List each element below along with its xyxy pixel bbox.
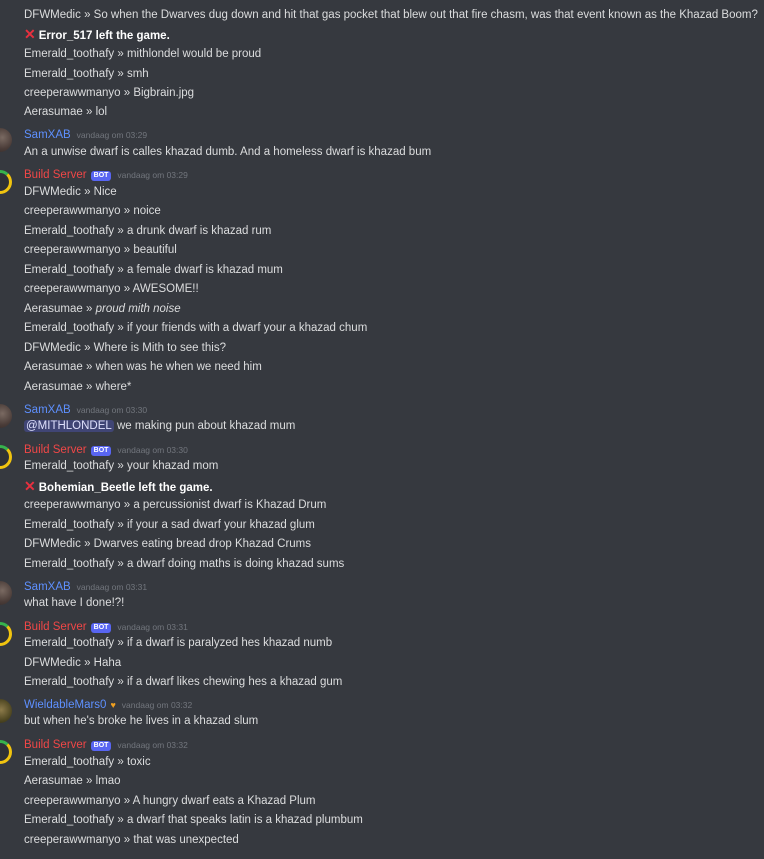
message: Aerasumae » lol: [24, 106, 108, 118]
message-header: Build Server BOT vandaag om 03:30: [24, 442, 188, 458]
message: An a unwise dwarf is calles khazad dumb.…: [24, 146, 432, 158]
message: Aerasumae » proud mith noise: [24, 303, 181, 315]
timestamp: vandaag om 03:31: [76, 582, 148, 592]
message: creeperawwmanyo » A hungry dwarf eats a …: [24, 795, 316, 807]
message-header: SamXAB vandaag om 03:29: [24, 127, 147, 143]
user-mention[interactable]: @MITHLONDEL: [24, 420, 114, 432]
avatar[interactable]: [0, 740, 12, 764]
message: DFWMedic » Dwarves eating bread drop Kha…: [24, 538, 312, 550]
message: Emerald_toothafy » smh: [24, 68, 149, 80]
chat-messages: DFWMedic » So when the Dwarves dug down …: [0, 0, 764, 859]
message: Emerald_toothafy » if your a sad dwarf y…: [24, 519, 315, 531]
message: Aerasumae » lmao: [24, 775, 121, 787]
message: what have I done!?!: [24, 597, 125, 609]
message: creeperawwmanyo » beautiful: [24, 244, 177, 256]
x-mark-icon: ✕: [24, 26, 36, 42]
message: Emerald_toothafy » your khazad mom: [24, 460, 219, 472]
timestamp: vandaag om 03:29: [117, 170, 188, 180]
message: @MITHLONDEL we making pun about khazad m…: [24, 420, 296, 432]
message-header: Build Server BOT vandaag om 03:29: [24, 167, 188, 183]
leave-message: ✕ Error_517 left the game.: [24, 26, 170, 42]
message: Aerasumae » when was he when we need him: [24, 361, 262, 373]
message: but when he's broke he lives in a khazad…: [24, 715, 259, 727]
message: creeperawwmanyo » a percussionist dwarf …: [24, 499, 327, 511]
message-header: SamXAB vandaag om 03:31: [24, 579, 147, 595]
avatar[interactable]: [0, 404, 12, 428]
timestamp: vandaag om 03:31: [117, 622, 188, 632]
username[interactable]: Build Server: [24, 739, 87, 751]
message-header: WieldableMars0 ♥ vandaag om 03:32: [24, 697, 192, 713]
message: Emerald_toothafy » if a dwarf is paralyz…: [24, 637, 333, 649]
username[interactable]: SamXAB: [24, 129, 71, 141]
message: Emerald_toothafy » if a dwarf likes chew…: [24, 676, 343, 688]
message: DFWMedic » Haha: [24, 657, 122, 669]
username[interactable]: SamXAB: [24, 581, 71, 593]
avatar[interactable]: [0, 622, 12, 646]
message-header: Build Server BOT vandaag om 03:31: [24, 619, 188, 635]
message: DFWMedic » Nice: [24, 186, 117, 198]
username[interactable]: SamXAB: [24, 404, 71, 416]
message: Emerald_toothafy » a dwarf that speaks l…: [24, 814, 363, 826]
avatar[interactable]: [0, 445, 12, 469]
timestamp: vandaag om 03:30: [76, 405, 148, 415]
username[interactable]: WieldableMars0: [24, 699, 106, 711]
message: creeperawwmanyo » Bigbrain.jpg: [24, 87, 195, 99]
timestamp: vandaag om 03:30: [117, 445, 188, 455]
timestamp: vandaag om 03:32: [117, 740, 188, 750]
message-header: SamXAB vandaag om 03:30: [24, 402, 147, 418]
message: DFWMedic » So when the Dwarves dug down …: [24, 9, 758, 21]
message: Emerald_toothafy » a drunk dwarf is khaz…: [24, 225, 272, 237]
message: Aerasumae » where*: [24, 381, 132, 393]
leave-message: ✕ Bohemian_Beetle left the game.: [24, 478, 213, 494]
avatar[interactable]: [0, 170, 12, 194]
x-mark-icon: ✕: [24, 478, 36, 494]
message: Emerald_toothafy » if your friends with …: [24, 322, 368, 334]
message: Emerald_toothafy » toxic: [24, 756, 151, 768]
message: creeperawwmanyo » noice: [24, 205, 161, 217]
bot-badge: BOT: [90, 741, 112, 751]
avatar[interactable]: [0, 581, 12, 605]
bot-badge: BOT: [90, 623, 112, 633]
timestamp: vandaag om 03:29: [76, 130, 148, 140]
username[interactable]: Build Server: [24, 169, 87, 181]
message: Emerald_toothafy » a dwarf doing maths i…: [24, 558, 345, 570]
username[interactable]: Build Server: [24, 444, 87, 456]
message: Emerald_toothafy » mithlondel would be p…: [24, 48, 262, 60]
avatar[interactable]: [0, 699, 12, 723]
message-header: Build Server BOT vandaag om 03:32: [24, 737, 188, 753]
bot-badge: BOT: [90, 446, 112, 456]
message: creeperawwmanyo » AWESOME!!: [24, 283, 199, 295]
avatar[interactable]: [0, 128, 12, 152]
message: DFWMedic » Where is Mith to see this?: [24, 342, 226, 354]
timestamp: vandaag om 03:32: [121, 700, 193, 710]
message: creeperawwmanyo » that was unexpected: [24, 834, 239, 846]
bot-badge: BOT: [90, 171, 112, 181]
username[interactable]: Build Server: [24, 621, 87, 633]
heart-icon: ♥: [110, 700, 116, 710]
message: Emerald_toothafy » a female dwarf is kha…: [24, 264, 283, 276]
